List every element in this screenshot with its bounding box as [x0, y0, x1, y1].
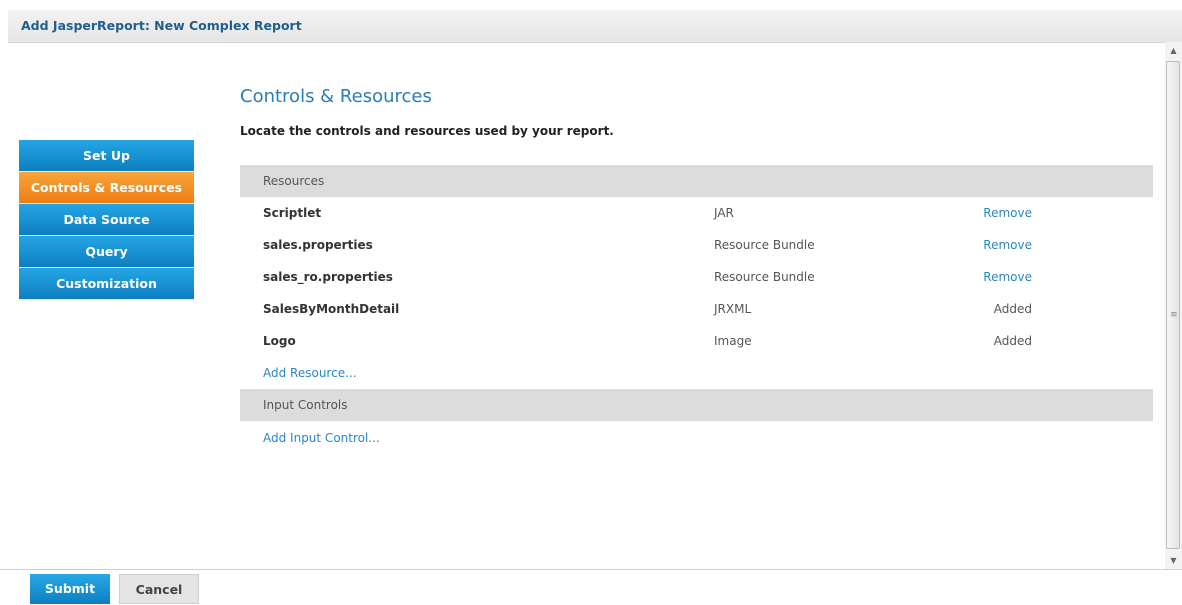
remove-resource-link[interactable]: Remove [932, 238, 1032, 252]
resource-type: Image [714, 334, 752, 348]
vertical-scrollbar[interactable]: ▲ ≡ ▼ [1165, 42, 1182, 569]
scrollbar-thumb[interactable]: ≡ [1166, 61, 1180, 549]
window-title: Add JasperReport: New Complex Report [21, 18, 302, 33]
resource-type: Resource Bundle [714, 238, 815, 252]
grip-icon: ≡ [1170, 310, 1178, 320]
resource-name: sales.properties [263, 238, 373, 252]
resource-name: Logo [263, 334, 296, 348]
resource-name: sales_ro.properties [263, 270, 393, 284]
remove-resource-link[interactable]: Remove [932, 270, 1032, 284]
scroll-down-arrow-icon[interactable]: ▼ [1165, 552, 1182, 569]
resource-status: Added [993, 302, 1032, 316]
cancel-button[interactable]: Cancel [119, 574, 199, 604]
wizard-steps: Set Up Controls & Resources Data Source … [19, 140, 194, 300]
add-input-control-link[interactable]: Add Input Control... [263, 431, 380, 445]
scroll-up-arrow-icon[interactable]: ▲ [1165, 42, 1182, 59]
step-controls-resources[interactable]: Controls & Resources [19, 172, 194, 204]
resource-type: JRXML [714, 302, 752, 316]
resource-type: JAR [714, 206, 734, 220]
step-set-up[interactable]: Set Up [19, 140, 194, 172]
input-controls-header-label: Input Controls [263, 398, 348, 412]
step-query[interactable]: Query [19, 236, 194, 268]
footer-divider [0, 569, 1182, 570]
remove-resource-link[interactable]: Remove [932, 206, 1032, 220]
step-data-source[interactable]: Data Source [19, 204, 194, 236]
page-subtitle: Locate the controls and resources used b… [240, 124, 614, 138]
resource-name: SalesByMonthDetail [263, 302, 400, 316]
add-resource-link[interactable]: Add Resource... [263, 366, 357, 380]
step-customization[interactable]: Customization [19, 268, 194, 300]
submit-button[interactable]: Submit [30, 574, 110, 604]
title-bar: Add JasperReport: New Complex Report [8, 10, 1182, 43]
input-controls-section-header: Input Controls [240, 389, 1153, 421]
resources-header-label: Resources [263, 174, 325, 188]
page-title: Controls & Resources [240, 86, 432, 107]
resources-section-header: Resources [240, 165, 1153, 197]
resource-status: Added [993, 334, 1032, 348]
resource-type: Resource Bundle [714, 270, 815, 284]
resource-name: Scriptlet [263, 206, 322, 220]
